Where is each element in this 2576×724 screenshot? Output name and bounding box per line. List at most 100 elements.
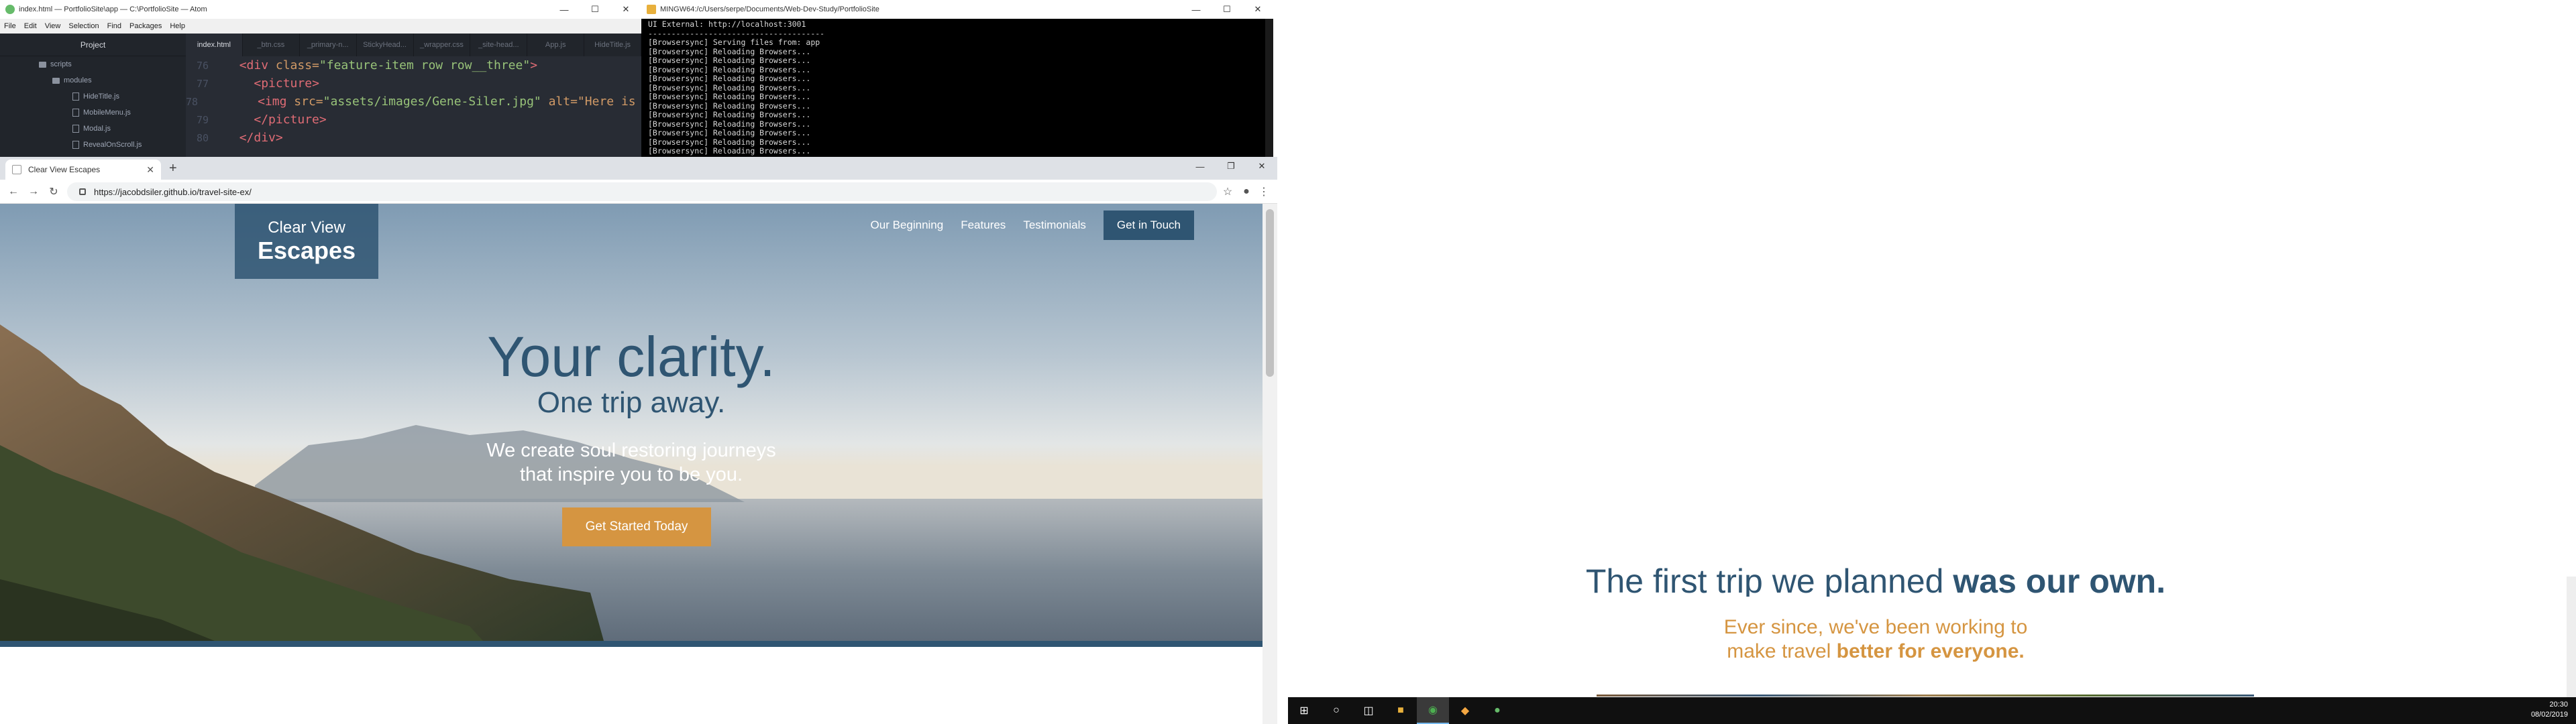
new-tab-button[interactable]: + <box>169 161 177 176</box>
right-page-scrollbar[interactable] <box>2567 577 2576 697</box>
terminal-app-icon <box>647 5 656 14</box>
tree-file[interactable]: RevealOnScroll.js <box>0 137 186 153</box>
terminal-titlebar: MINGW64:/c/Users/serpe/Documents/Web-Dev… <box>641 0 1273 19</box>
browser-window: Clear View Escapes ✕ + — ❐ ✕ ← → ↻ https… <box>0 157 1277 724</box>
site-logo[interactable]: Clear View Escapes <box>235 204 378 279</box>
menu-packages[interactable]: Packages <box>129 22 162 30</box>
terminal-line: -------------------------------------- <box>648 28 825 38</box>
code-editor[interactable]: 76 <div class="feature-item row row__thr… <box>186 56 641 157</box>
tree-folder-scripts[interactable]: scripts <box>0 56 186 72</box>
chrome-icon[interactable]: ◉ <box>1417 697 1449 724</box>
scrollbar-thumb[interactable] <box>1266 209 1274 377</box>
terminal-line: [Browsersync] Reloading Browsers... <box>648 128 811 137</box>
terminal-output[interactable]: UI External: http://localhost:3001 ------… <box>641 19 1265 157</box>
maximize-icon[interactable]: ☐ <box>580 0 610 19</box>
image-strip <box>1597 695 2254 697</box>
code-line: 79 </picture> <box>196 113 327 127</box>
menu-find[interactable]: Find <box>107 22 121 30</box>
windows-taskbar: ⊞ ○ ◫ ■ ◉ ◆ ● 20:30 08/02/2019 <box>1288 697 2576 724</box>
nav-our-beginning[interactable]: Our Beginning <box>871 219 944 232</box>
editor-tab[interactable]: App.js <box>527 34 585 56</box>
star-icon[interactable]: ☆ <box>1218 180 1237 204</box>
menu-edit[interactable]: Edit <box>24 22 37 30</box>
terminal-line: [Browsersync] Reloading Browsers... <box>648 56 811 65</box>
terminal-window-title: MINGW64:/c/Users/serpe/Documents/Web-Dev… <box>660 5 879 13</box>
lock-icon <box>79 188 86 195</box>
hero-section: Clear View Escapes Our Beginning Feature… <box>0 204 1263 641</box>
folder-icon <box>52 77 60 84</box>
url-text: https://jacobdsiler.github.io/travel-sit… <box>94 186 252 197</box>
menu-file[interactable]: File <box>4 22 16 30</box>
terminal-line: [Browsersync] Reloading Browsers... <box>648 110 811 119</box>
menu-view[interactable]: View <box>45 22 61 30</box>
terminal-line: [Browsersync] Serving files from: app <box>648 38 820 47</box>
get-in-touch-button[interactable]: Get in Touch <box>1103 210 1194 240</box>
editor-tab[interactable]: HideTitle.js <box>584 34 641 56</box>
terminal-line: [Browsersync] Reloading Browsers... <box>648 92 811 101</box>
menu-help[interactable]: Help <box>170 22 185 30</box>
file-icon <box>72 109 79 117</box>
menu-selection[interactable]: Selection <box>68 22 99 30</box>
browser-toolbar: ← → ↻ https://jacobdsiler.github.io/trav… <box>0 180 1277 204</box>
get-started-button[interactable]: Get Started Today <box>562 507 711 546</box>
profile-icon[interactable]: ● <box>1237 180 1256 204</box>
minimize-icon[interactable]: — <box>549 0 580 19</box>
forward-arrow-icon[interactable]: → <box>24 180 43 204</box>
browser-tab[interactable]: Clear View Escapes ✕ <box>5 160 161 180</box>
clock-time: 20:30 <box>2549 701 2568 709</box>
atom-icon[interactable]: ● <box>1481 697 1513 724</box>
terminal-scrollbar[interactable] <box>1265 19 1273 157</box>
nav-testimonials[interactable]: Testimonials <box>1023 219 1086 232</box>
close-icon[interactable]: ✕ <box>610 0 641 19</box>
terminal-line: [Browsersync] Reloading Browsers... <box>648 74 811 83</box>
editor-tab[interactable]: index.html <box>186 34 243 56</box>
close-tab-icon[interactable]: ✕ <box>146 164 154 176</box>
address-bar[interactable]: https://jacobdsiler.github.io/travel-sit… <box>67 182 1217 201</box>
story-subheading: Ever since, we've been working to make t… <box>1723 616 2028 662</box>
code-line: 77 <picture> <box>196 76 319 90</box>
close-icon[interactable]: ✕ <box>1242 0 1273 19</box>
terminal-line: UI External: http://localhost:3001 <box>648 19 806 29</box>
git-bash-icon[interactable]: ◆ <box>1449 697 1481 724</box>
search-circle-icon[interactable]: ○ <box>1320 697 1352 724</box>
maximize-icon[interactable]: ❐ <box>1216 157 1246 176</box>
tree-file[interactable]: MobileMenu.js <box>0 105 186 121</box>
maximize-icon[interactable]: ☐ <box>1212 0 1242 19</box>
project-tree: Project scripts modules HideTitle.js Mob… <box>0 34 186 157</box>
page-scrollbar[interactable] <box>1263 204 1277 724</box>
file-explorer-icon[interactable]: ■ <box>1385 697 1417 724</box>
nav-features[interactable]: Features <box>961 219 1006 232</box>
task-view-icon[interactable]: ◫ <box>1352 697 1385 724</box>
terminal-line: [Browsersync] Reloading Browsers... <box>648 82 811 93</box>
file-icon <box>72 141 79 149</box>
file-icon <box>72 125 79 133</box>
story-heading: The first trip we planned was our own. <box>1585 562 2166 597</box>
hero-tagline: We create soul restoring journeys that i… <box>486 440 776 485</box>
editor-tab[interactable]: _btn.css <box>243 34 300 56</box>
close-icon[interactable]: ✕ <box>1246 157 1277 176</box>
menu-dots-icon[interactable]: ⋮ <box>1254 180 1273 204</box>
system-clock[interactable]: 20:30 08/02/2019 <box>2531 700 2568 720</box>
atom-menubar: File Edit View Selection Find Packages H… <box>0 19 641 34</box>
back-arrow-icon[interactable]: ← <box>4 180 23 204</box>
editor-tab[interactable]: _wrapper.css <box>414 34 471 56</box>
project-tree-header: Project <box>0 34 186 56</box>
minimize-icon[interactable]: — <box>1181 0 1212 19</box>
browser-tab-title: Clear View Escapes <box>28 165 101 174</box>
editor-tab[interactable]: _site-head... <box>470 34 528 56</box>
atom-app-icon <box>5 5 15 14</box>
tree-file[interactable]: Modal.js <box>0 121 186 137</box>
atom-titlebar: index.html — PortfolioSite\app — C:\Port… <box>0 0 641 19</box>
hero-headline: Your clarity. <box>487 325 775 388</box>
hero-subheadline: One trip away. <box>537 386 726 419</box>
hero-landscape-image <box>0 204 1263 641</box>
tree-folder-modules[interactable]: modules <box>0 72 186 88</box>
reload-icon[interactable]: ↻ <box>44 180 63 204</box>
terminal-window: MINGW64:/c/Users/serpe/Documents/Web-Dev… <box>641 0 1273 157</box>
minimize-icon[interactable]: — <box>1185 157 1216 176</box>
tree-file[interactable]: HideTitle.js <box>0 88 186 105</box>
atom-window-title: index.html — PortfolioSite\app — C:\Port… <box>19 5 207 13</box>
start-windows-icon[interactable]: ⊞ <box>1288 697 1320 724</box>
editor-tab[interactable]: StickyHead... <box>357 34 414 56</box>
editor-tab[interactable]: _primary-n... <box>300 34 357 56</box>
